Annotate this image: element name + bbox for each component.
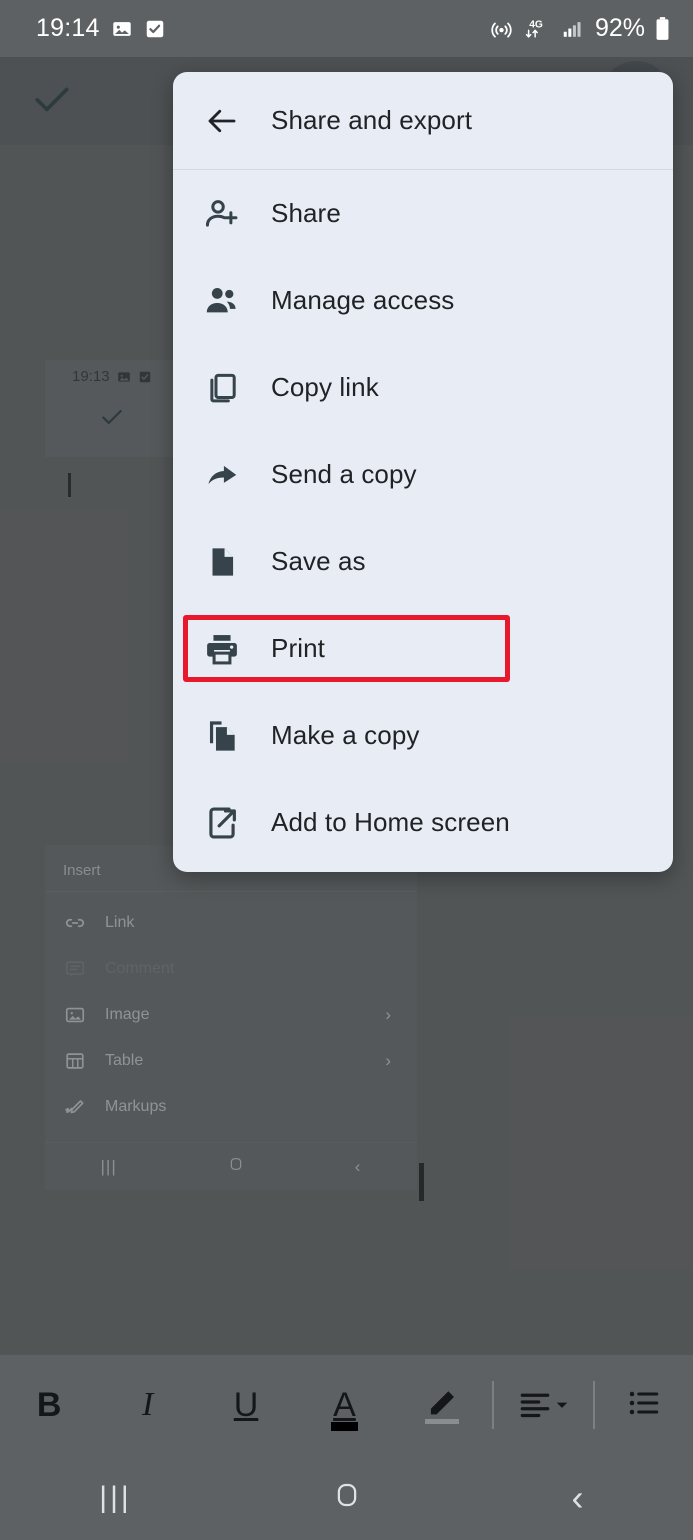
home-square-icon[interactable]	[228, 1156, 244, 1177]
recents-icon[interactable]: |||	[101, 1157, 117, 1177]
home-button[interactable]	[231, 1480, 462, 1515]
image-icon	[112, 21, 131, 36]
menu-item-print[interactable]: Print	[173, 605, 673, 692]
home-square-icon	[332, 1480, 362, 1515]
menu-item-share[interactable]: Share	[173, 170, 673, 257]
insert-item-link[interactable]: Link	[45, 900, 417, 946]
back-icon[interactable]: ‹	[355, 1157, 362, 1177]
task-done-icon	[146, 20, 163, 37]
insert-item-label: Comment	[105, 960, 175, 977]
duplicate-file-icon	[173, 717, 271, 755]
embedded-clock: 19:13	[72, 368, 110, 385]
send-arrow-icon	[173, 456, 271, 494]
list-button[interactable]	[595, 1355, 693, 1455]
chevron-right-icon: ›	[385, 1005, 391, 1024]
embedded-status-bar: 19:13	[72, 368, 152, 385]
menu-item-copy-link[interactable]: Copy link	[173, 344, 673, 431]
highlighter-button[interactable]	[394, 1355, 492, 1455]
menu-item-make-a-copy[interactable]: Make a copy	[173, 692, 673, 779]
recents-button[interactable]: |||	[0, 1481, 231, 1515]
done-checkmark-icon[interactable]	[30, 77, 74, 126]
menu-item-add-to-home-screen[interactable]: Add to Home screen	[173, 779, 673, 866]
bulleted-list-icon	[626, 1385, 662, 1426]
task-done-icon	[139, 371, 150, 382]
menu-item-label: Print	[271, 633, 325, 663]
insert-panel-title: Insert	[63, 862, 101, 879]
insert-item-table[interactable]: Table ›	[45, 1038, 417, 1084]
recents-icon: |||	[99, 1480, 132, 1514]
embedded-nav-bar: ||| ‹	[45, 1142, 417, 1190]
chevron-down-icon	[557, 1402, 568, 1408]
text-caret	[68, 473, 71, 497]
menu-item-label: Save as	[271, 546, 366, 576]
back-button[interactable]: ‹	[462, 1477, 693, 1519]
chevron-right-icon: ›	[385, 1051, 391, 1070]
menu-item-label: Make a copy	[271, 720, 420, 750]
insert-panel-divider	[45, 891, 417, 892]
embedded-checkmark-icon[interactable]	[99, 404, 125, 430]
embedded-insert-panel-image[interactable]: Insert Link Comment Image › Table › Mark…	[45, 845, 417, 1190]
menu-item-label: Share	[271, 198, 341, 228]
menu-item-manage-access[interactable]: Manage access	[173, 257, 673, 344]
signal-bars-icon	[563, 21, 581, 37]
phone-screen: 19:13 Insert Link Comment Image › Table …	[0, 0, 693, 1540]
underline-icon: U	[233, 1386, 259, 1424]
battery-percent-label: 92%	[594, 14, 645, 42]
copy-link-icon	[173, 369, 271, 407]
menu-item-send-a-copy[interactable]: Send a copy	[173, 431, 673, 518]
markup-pen-icon	[45, 1095, 105, 1119]
insert-item-markups[interactable]: Markups	[45, 1084, 417, 1130]
hotspot-icon	[491, 22, 512, 38]
text-color-swatch	[331, 1422, 358, 1431]
status-bar-left: 19:14	[36, 14, 166, 43]
image-icon	[117, 371, 130, 382]
bold-icon: B	[36, 1386, 62, 1424]
arrow-back-icon[interactable]	[173, 103, 271, 139]
data-transfer-icon: 4G	[525, 20, 543, 38]
insert-item-image[interactable]: Image ›	[45, 992, 417, 1038]
menu-header: Share and export	[173, 72, 673, 170]
svg-text:4G: 4G	[529, 20, 543, 31]
insert-item-label: Markups	[105, 1098, 167, 1115]
italic-icon: I	[141, 1386, 154, 1423]
highlighter-icon	[421, 1383, 465, 1427]
android-navigation-bar: ||| ‹	[0, 1455, 693, 1540]
back-icon: ‹	[571, 1476, 584, 1518]
image-icon	[45, 1004, 105, 1026]
share-and-export-menu: Share and export Share Manage access Cop…	[173, 72, 673, 872]
underline-button[interactable]: U	[197, 1355, 295, 1455]
menu-item-list: Share Manage access Copy link Send a cop…	[173, 170, 673, 872]
add-to-home-icon	[173, 804, 271, 842]
highlighter-swatch	[424, 1419, 459, 1424]
menu-item-label: Copy link	[271, 372, 379, 402]
insert-item-label: Table	[105, 1052, 144, 1069]
align-left-icon	[517, 1387, 569, 1423]
battery-icon	[656, 16, 669, 40]
insert-item-label: Image	[105, 1006, 150, 1023]
link-icon	[45, 912, 105, 934]
clock: 19:14	[36, 14, 100, 42]
person-add-icon	[173, 195, 271, 233]
menu-title: Share and export	[271, 105, 473, 135]
text-format-toolbar: B I U A	[0, 1355, 693, 1455]
insert-item-comment: Comment	[45, 946, 417, 992]
menu-item-label: Manage access	[271, 285, 455, 315]
bold-button[interactable]: B	[0, 1355, 98, 1455]
insert-item-label: Link	[105, 914, 135, 931]
printer-icon	[173, 630, 271, 668]
text-caret	[419, 1163, 424, 1201]
text-color-icon: A	[331, 1388, 358, 1431]
italic-button[interactable]: I	[98, 1355, 196, 1455]
menu-item-save-as[interactable]: Save as	[173, 518, 673, 605]
text-color-button[interactable]: A	[295, 1355, 393, 1455]
people-icon	[173, 282, 271, 320]
file-icon	[173, 543, 271, 581]
menu-item-label: Add to Home screen	[271, 807, 510, 837]
comment-icon	[45, 958, 105, 980]
status-bar-right: 4G 92%	[489, 14, 671, 43]
align-button[interactable]	[494, 1355, 592, 1455]
table-icon	[45, 1050, 105, 1072]
system-status-bar: 19:14 4G 92%	[0, 0, 693, 57]
menu-item-label: Send a copy	[271, 459, 417, 489]
